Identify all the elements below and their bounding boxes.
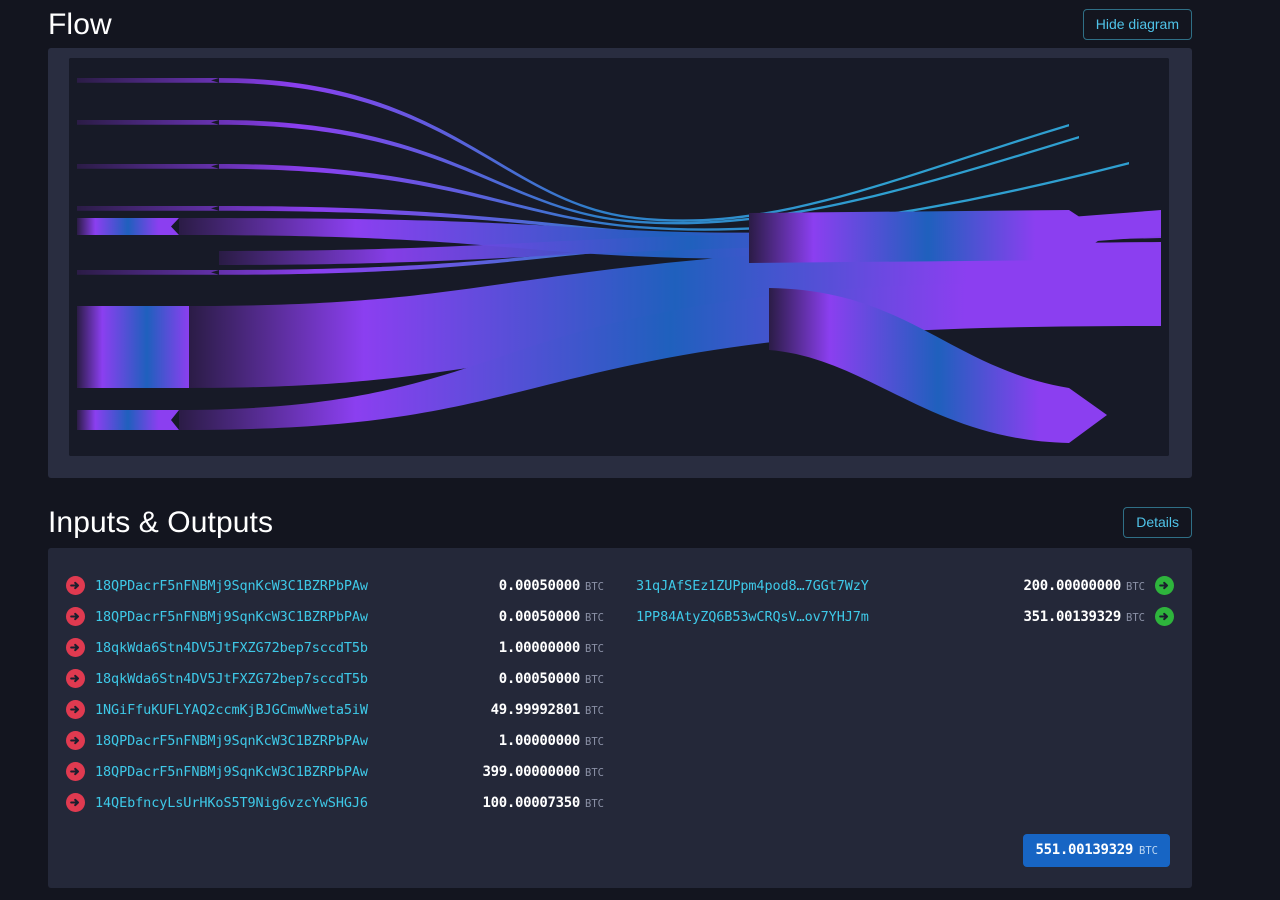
sankey-output-arrow-1 <box>749 210 1107 263</box>
flow-section-header: Flow Hide diagram <box>48 6 1192 42</box>
input-amount: 100.00007350 BTC <box>482 795 604 811</box>
io-grid: 18QPDacrF5nFNBMj9SqnKcW3C1BZRPbPAw 0.0005… <box>48 548 1192 818</box>
amount-value: 200.00000000 <box>1023 578 1121 594</box>
amount-unit: BTC <box>585 705 604 717</box>
input-amount: 0.00050000 BTC <box>499 578 604 594</box>
total-amount-unit: BTC <box>1139 845 1158 857</box>
total-amount-badge[interactable]: 551.00139329 BTC <box>1023 834 1170 867</box>
io-title: Inputs & Outputs <box>48 506 273 539</box>
input-amount: 1.00000000 BTC <box>499 733 604 749</box>
amount-value: 399.00000000 <box>482 764 580 780</box>
details-button[interactable]: Details <box>1123 507 1192 538</box>
arrow-right-circle-icon[interactable] <box>66 576 85 595</box>
input-row: 18QPDacrF5nFNBMj9SqnKcW3C1BZRPbPAw 1.0000… <box>66 725 604 756</box>
arrow-right-circle-icon[interactable] <box>66 700 85 719</box>
output-address-link[interactable]: 31qJAfSEz1ZUPpm4pod8…7GGt7WzY <box>636 578 869 594</box>
input-row: 1NGiFfuKUFLYAQ2ccmKjBJGCmwNweta5iW 49.999… <box>66 694 604 725</box>
amount-value: 0.00050000 <box>499 578 580 594</box>
amount-unit: BTC <box>1126 581 1145 593</box>
arrow-right-circle-icon[interactable] <box>66 638 85 657</box>
input-address-link[interactable]: 18qkWda6Stn4DV5JtFXZG72bep7sccdT5b <box>95 640 368 656</box>
amount-value: 1.00000000 <box>499 733 580 749</box>
sankey-svg <box>69 58 1169 456</box>
io-section-header: Inputs & Outputs Details <box>48 503 1192 541</box>
input-amount: 399.00000000 BTC <box>482 764 604 780</box>
amount-value: 0.00050000 <box>499 609 580 625</box>
amount-unit: BTC <box>585 736 604 748</box>
input-address-link[interactable]: 18QPDacrF5nFNBMj9SqnKcW3C1BZRPbPAw <box>95 733 368 749</box>
input-address-link[interactable]: 14QEbfncyLsUrHKoS5T9Nig6vzcYwSHGJ6 <box>95 795 368 811</box>
amount-unit: BTC <box>585 767 604 779</box>
arrow-right-circle-icon[interactable] <box>1155 607 1174 626</box>
output-row: 31qJAfSEz1ZUPpm4pod8…7GGt7WzY 200.0000000… <box>636 570 1174 601</box>
amount-value: 1.00000000 <box>499 640 580 656</box>
output-amount: 200.00000000 BTC <box>1023 578 1145 594</box>
amount-unit: BTC <box>585 581 604 593</box>
output-address-link[interactable]: 1PP84AtyZQ6B53wCRQsV…ov7YHJ7m <box>636 609 869 625</box>
arrow-right-circle-icon[interactable] <box>66 607 85 626</box>
output-amount: 351.00139329 BTC <box>1023 609 1145 625</box>
input-address-link[interactable]: 1NGiFfuKUFLYAQ2ccmKjBJGCmwNweta5iW <box>95 702 368 718</box>
total-amount-value: 551.00139329 <box>1035 842 1133 858</box>
input-row: 18qkWda6Stn4DV5JtFXZG72bep7sccdT5b 1.0000… <box>66 632 604 663</box>
arrow-right-circle-icon[interactable] <box>1155 576 1174 595</box>
input-amount: 1.00000000 BTC <box>499 640 604 656</box>
arrow-right-circle-icon[interactable] <box>66 731 85 750</box>
input-row: 18QPDacrF5nFNBMj9SqnKcW3C1BZRPbPAw 399.00… <box>66 756 604 787</box>
arrow-right-circle-icon[interactable] <box>66 669 85 688</box>
input-row: 18QPDacrF5nFNBMj9SqnKcW3C1BZRPbPAw 0.0005… <box>66 601 604 632</box>
input-address-link[interactable]: 18QPDacrF5nFNBMj9SqnKcW3C1BZRPbPAw <box>95 764 368 780</box>
page-title: Flow <box>48 8 112 41</box>
amount-unit: BTC <box>585 612 604 624</box>
inputs-column: 18QPDacrF5nFNBMj9SqnKcW3C1BZRPbPAw 0.0005… <box>66 570 604 818</box>
sankey-diagram[interactable] <box>69 58 1169 456</box>
amount-unit: BTC <box>585 674 604 686</box>
input-amount: 0.00050000 BTC <box>499 671 604 687</box>
arrow-right-circle-icon[interactable] <box>66 793 85 812</box>
input-amount: 0.00050000 BTC <box>499 609 604 625</box>
amount-value: 100.00007350 <box>482 795 580 811</box>
output-row: 1PP84AtyZQ6B53wCRQsV…ov7YHJ7m 351.0013932… <box>636 601 1174 632</box>
input-address-link[interactable]: 18qkWda6Stn4DV5JtFXZG72bep7sccdT5b <box>95 671 368 687</box>
amount-unit: BTC <box>585 643 604 655</box>
amount-unit: BTC <box>1126 612 1145 624</box>
arrow-right-circle-icon[interactable] <box>66 762 85 781</box>
outputs-column: 31qJAfSEz1ZUPpm4pod8…7GGt7WzY 200.0000000… <box>636 570 1174 818</box>
amount-value: 0.00050000 <box>499 671 580 687</box>
input-address-link[interactable]: 18QPDacrF5nFNBMj9SqnKcW3C1BZRPbPAw <box>95 578 368 594</box>
input-row: 18qkWda6Stn4DV5JtFXZG72bep7sccdT5b 0.0005… <box>66 663 604 694</box>
input-address-link[interactable]: 18QPDacrF5nFNBMj9SqnKcW3C1BZRPbPAw <box>95 609 368 625</box>
input-row: 14QEbfncyLsUrHKoS5T9Nig6vzcYwSHGJ6 100.00… <box>66 787 604 818</box>
input-amount: 49.99992801 BTC <box>491 702 604 718</box>
hide-diagram-button[interactable]: Hide diagram <box>1083 9 1192 40</box>
input-row: 18QPDacrF5nFNBMj9SqnKcW3C1BZRPbPAw 0.0005… <box>66 570 604 601</box>
amount-value: 49.99992801 <box>491 702 580 718</box>
flow-diagram-card <box>48 48 1192 478</box>
amount-unit: BTC <box>585 798 604 810</box>
amount-value: 351.00139329 <box>1023 609 1121 625</box>
inputs-outputs-card: 18QPDacrF5nFNBMj9SqnKcW3C1BZRPbPAw 0.0005… <box>48 548 1192 888</box>
transaction-flow-page: Flow Hide diagram <box>0 0 1280 900</box>
